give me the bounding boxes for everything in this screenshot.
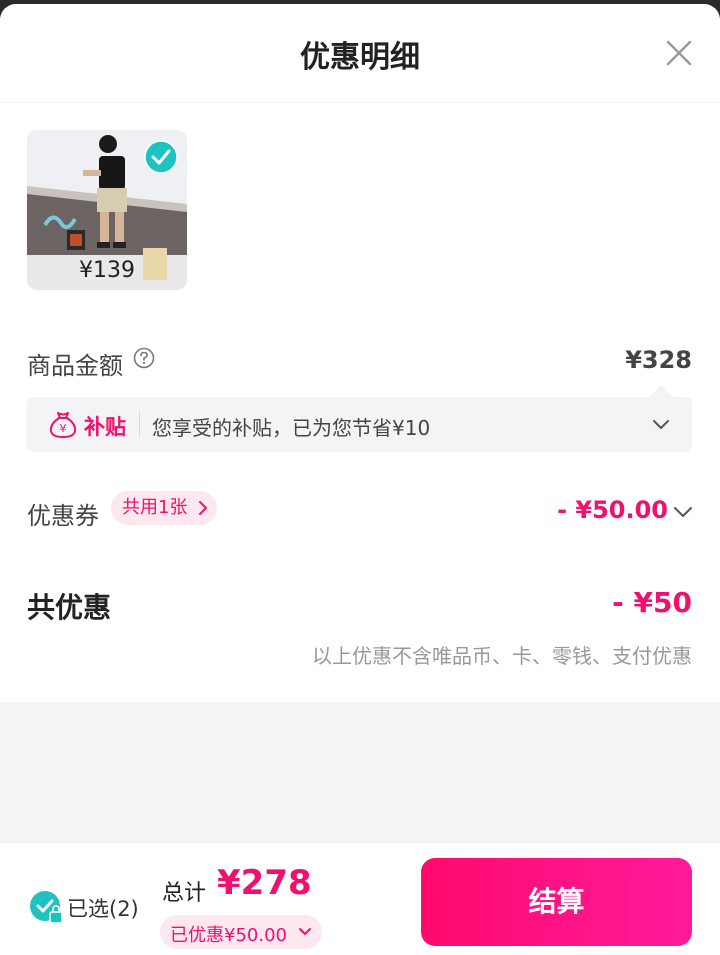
coupon-chevron-down-icon[interactable] — [672, 501, 694, 523]
saved-amount-text: 已优惠¥50.00 — [170, 925, 287, 946]
sheet-header: 优惠明细 — [0, 4, 720, 103]
selected-count[interactable]: 已选(2) — [67, 893, 139, 923]
subsidy-tag: 补贴 — [84, 415, 126, 439]
chevron-down-icon — [299, 928, 311, 935]
sheet-content: 优惠明细 ¥139 商品金额 ¥328 ¥ 补贴 您享受的补贴，已为您节省¥10… — [0, 4, 720, 702]
amount-label: 商品金额 — [27, 352, 123, 380]
chevron-down-icon[interactable] — [651, 415, 671, 435]
subsidy-caret — [649, 385, 673, 397]
coupon-value: - ¥50.00 — [557, 496, 668, 524]
svg-text:¥: ¥ — [60, 422, 67, 435]
product-price: ¥139 — [79, 258, 135, 283]
select-all-check-icon[interactable] — [28, 889, 64, 925]
selected-check-icon[interactable] — [144, 140, 178, 174]
amount-value: ¥328 — [625, 346, 692, 374]
total-label: 总计 — [162, 881, 207, 906]
checkout-bar: 已选(2) 总计 ¥278 已优惠¥50.00 结算 — [0, 842, 720, 955]
subsidy-banner[interactable]: ¥ 补贴 您享受的补贴，已为您节省¥10 — [27, 385, 692, 452]
discount-detail-sheet: 优惠明细 ¥139 商品金额 ¥328 ¥ 补贴 您享受的补贴，已为您节省¥10… — [0, 4, 720, 955]
subsidy-divider — [139, 411, 140, 437]
checkout-button[interactable]: 结算 — [421, 858, 692, 946]
money-bag-icon: ¥ — [49, 412, 77, 438]
help-icon[interactable] — [133, 347, 155, 369]
coupon-count-pill[interactable]: 共用1张 — [111, 491, 218, 525]
saved-amount-pill[interactable]: 已优惠¥50.00 — [160, 915, 322, 949]
product-thumbnail[interactable]: ¥139 — [27, 130, 187, 290]
sheet-title: 优惠明细 — [300, 40, 420, 75]
subsidy-text: 您享受的补贴，已为您节省¥10 — [152, 416, 431, 440]
coupon-label: 优惠券 — [27, 502, 99, 530]
total-discount-label: 共优惠 — [27, 591, 112, 624]
total-discount-value: - ¥50 — [612, 586, 692, 619]
discount-note: 以上优惠不含唯品币、卡、零钱、支付优惠 — [312, 644, 692, 668]
chevron-right-icon — [199, 501, 208, 515]
total-value: ¥278 — [217, 863, 312, 903]
coupon-count-text: 共用1张 — [122, 497, 188, 518]
close-icon[interactable] — [660, 34, 698, 72]
